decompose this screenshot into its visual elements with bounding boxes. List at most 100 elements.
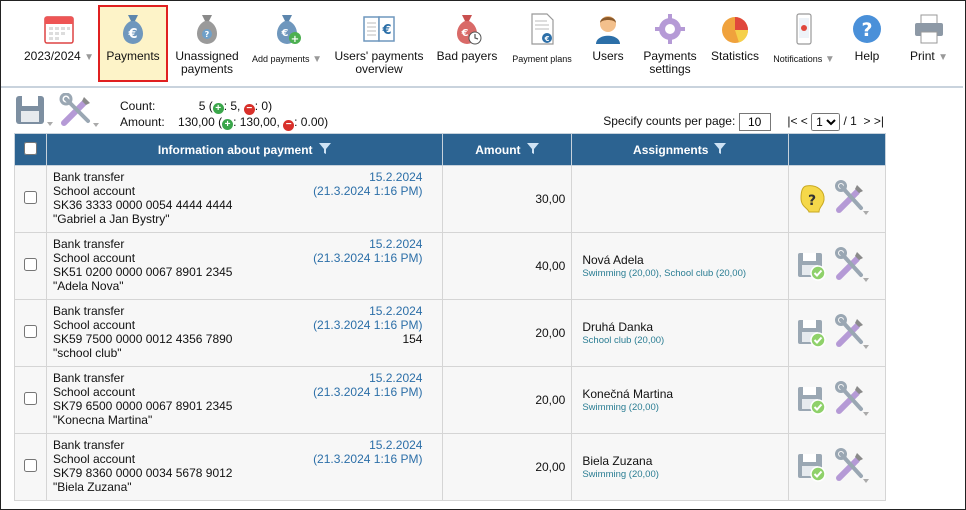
- prev-page-link[interactable]: <: [801, 114, 808, 128]
- select-all-header: [14, 133, 47, 166]
- unassigned-payments-button[interactable]: ? Unassigned payments: [171, 7, 243, 81]
- payment-amount: 20,00: [442, 366, 573, 434]
- users-label: Users: [592, 49, 624, 63]
- payment-date: 15.2.2024: [369, 170, 423, 184]
- table-row: Bank transfer School account SK36 3333 0…: [14, 165, 886, 233]
- school-year-label: 2023/2024: [24, 49, 81, 63]
- amount-value: 130,00 (: [178, 115, 223, 129]
- actions-cell: [788, 299, 886, 367]
- save-ok-icon[interactable]: [797, 250, 827, 282]
- statistics-button[interactable]: Statistics: [706, 7, 764, 81]
- tools-menu-icon[interactable]: [835, 180, 870, 216]
- per-page-input[interactable]: [738, 113, 771, 131]
- payment-amount: 20,00: [442, 433, 573, 501]
- payments-settings-label-line2: settings: [649, 62, 691, 76]
- select-all-checkbox[interactable]: [23, 141, 37, 155]
- bad-payers-button[interactable]: € Bad payers: [433, 7, 501, 81]
- assignee-name: Biela Zuzana: [582, 454, 653, 468]
- row-checkbox-cell: [14, 433, 47, 501]
- users-overview-label-line2: overview: [355, 62, 403, 76]
- page-select[interactable]: 1: [811, 113, 841, 131]
- row-checkbox[interactable]: [23, 191, 37, 204]
- unknown-icon[interactable]: ?: [797, 183, 827, 215]
- assignment-cell: Nová Adela Swimming (20,00), School club…: [571, 232, 790, 300]
- actions-header: [788, 133, 886, 166]
- row-checkbox[interactable]: [23, 459, 37, 472]
- bad-payers-label: Bad payers: [436, 49, 498, 63]
- filter-icon[interactable]: [526, 142, 540, 155]
- info-header[interactable]: Information about payment: [45, 133, 444, 166]
- assignment-detail[interactable]: Swimming (20,00), School club (20,00): [582, 268, 788, 279]
- payment-date: 15.2.2024: [369, 304, 423, 318]
- save-ok-icon[interactable]: [797, 451, 827, 483]
- minus-icon: −: [283, 120, 295, 131]
- assignments-header-label: Assignments: [633, 143, 709, 157]
- document-coin-icon: €: [531, 13, 554, 45]
- amount-header[interactable]: Amount: [442, 133, 573, 166]
- import-date: (21.3.2024 1:16 PM): [313, 251, 423, 265]
- money-bag-euro-icon: €: [123, 15, 143, 44]
- help-button[interactable]: ? Help: [843, 7, 891, 81]
- payment-counts: Count: 5 (+: 5, −: 0) Amount: 130,00 (+:…: [120, 99, 328, 131]
- assignment-detail[interactable]: Swimming (20,00): [582, 469, 788, 480]
- svg-text:€: €: [461, 28, 469, 39]
- save-ok-icon[interactable]: [797, 317, 827, 349]
- last-page-link[interactable]: >|: [874, 114, 884, 128]
- tools-menu-icon[interactable]: [835, 247, 870, 283]
- count-label: Count:: [120, 99, 156, 113]
- payment-info-cell: Bank transfer School account SK59 7500 0…: [45, 299, 444, 367]
- assignee-name: Nová Adela: [582, 253, 644, 267]
- payments-button[interactable]: € Payments: [98, 5, 168, 82]
- users-overview-label-line1: Users' payments: [334, 49, 424, 63]
- assignment-detail[interactable]: Swimming (20,00): [582, 402, 788, 413]
- import-date: (21.3.2024 1:16 PM): [313, 184, 423, 198]
- assignment-cell: [571, 165, 790, 233]
- payment-plans-button[interactable]: € Payment plans: [506, 7, 578, 81]
- next-page-link[interactable]: >: [864, 114, 871, 128]
- tools-menu-icon[interactable]: [835, 314, 870, 350]
- save-icon[interactable]: [14, 94, 54, 128]
- svg-text:?: ?: [205, 30, 210, 39]
- printer-icon: [915, 14, 943, 44]
- assignment-detail[interactable]: School club (20,00): [582, 335, 788, 346]
- payment-amount: 40,00: [442, 232, 573, 300]
- page-count: / 1: [843, 114, 857, 129]
- payments-settings-button[interactable]: Payments settings: [639, 7, 701, 81]
- users-payments-overview-button[interactable]: € Users' payments overview: [331, 7, 427, 81]
- import-date: (21.3.2024 1:16 PM): [313, 385, 423, 399]
- payment-date: 15.2.2024: [369, 438, 423, 452]
- gear-icon: [655, 14, 685, 44]
- svg-text:€: €: [127, 27, 137, 42]
- payer-name: "Adela Nova": [52, 279, 124, 293]
- row-checkbox[interactable]: [23, 258, 37, 271]
- filter-icon[interactable]: [318, 142, 332, 155]
- statistics-label: Statistics: [710, 49, 759, 63]
- row-checkbox[interactable]: [23, 325, 37, 338]
- school-year-menu[interactable]: 2023/2024 ▼: [23, 7, 95, 81]
- tools-menu-icon[interactable]: [835, 381, 870, 417]
- users-button[interactable]: Users: [583, 7, 633, 81]
- tools-menu-icon[interactable]: [835, 448, 870, 484]
- first-page-link[interactable]: |<: [787, 114, 797, 128]
- assignments-header[interactable]: Assignments: [571, 133, 790, 166]
- amount-header-label: Amount: [475, 143, 521, 157]
- row-checkbox-cell: [14, 165, 47, 233]
- print-menu[interactable]: Print ▼: [899, 7, 959, 81]
- dropdown-arrow-icon: ▼: [84, 52, 94, 63]
- actions-cell: [788, 232, 886, 300]
- plus-icon: +: [222, 119, 234, 130]
- payment-date: 15.2.2024: [369, 371, 423, 385]
- row-checkbox[interactable]: [23, 392, 37, 405]
- tools-menu-icon[interactable]: [58, 93, 100, 129]
- notifications-menu[interactable]: Notifications ▼: [769, 7, 839, 81]
- payment-iban: SK79 6500 0000 0067 8901 2345: [52, 399, 233, 413]
- filter-icon[interactable]: [713, 142, 727, 155]
- table-row: Bank transfer School account SK79 8360 0…: [14, 433, 886, 501]
- count-value: 5 (: [198, 99, 213, 113]
- add-payments-menu[interactable]: € + Add payments ▼: [247, 7, 327, 81]
- table-row: Bank transfer School account SK79 6500 0…: [14, 366, 886, 434]
- payments-table: Information about payment Amount Assignm…: [14, 133, 886, 501]
- payment-iban: SK79 8360 0000 0034 5678 9012: [52, 466, 233, 480]
- dropdown-arrow-icon: ▼: [938, 52, 948, 63]
- save-ok-icon[interactable]: [797, 384, 827, 416]
